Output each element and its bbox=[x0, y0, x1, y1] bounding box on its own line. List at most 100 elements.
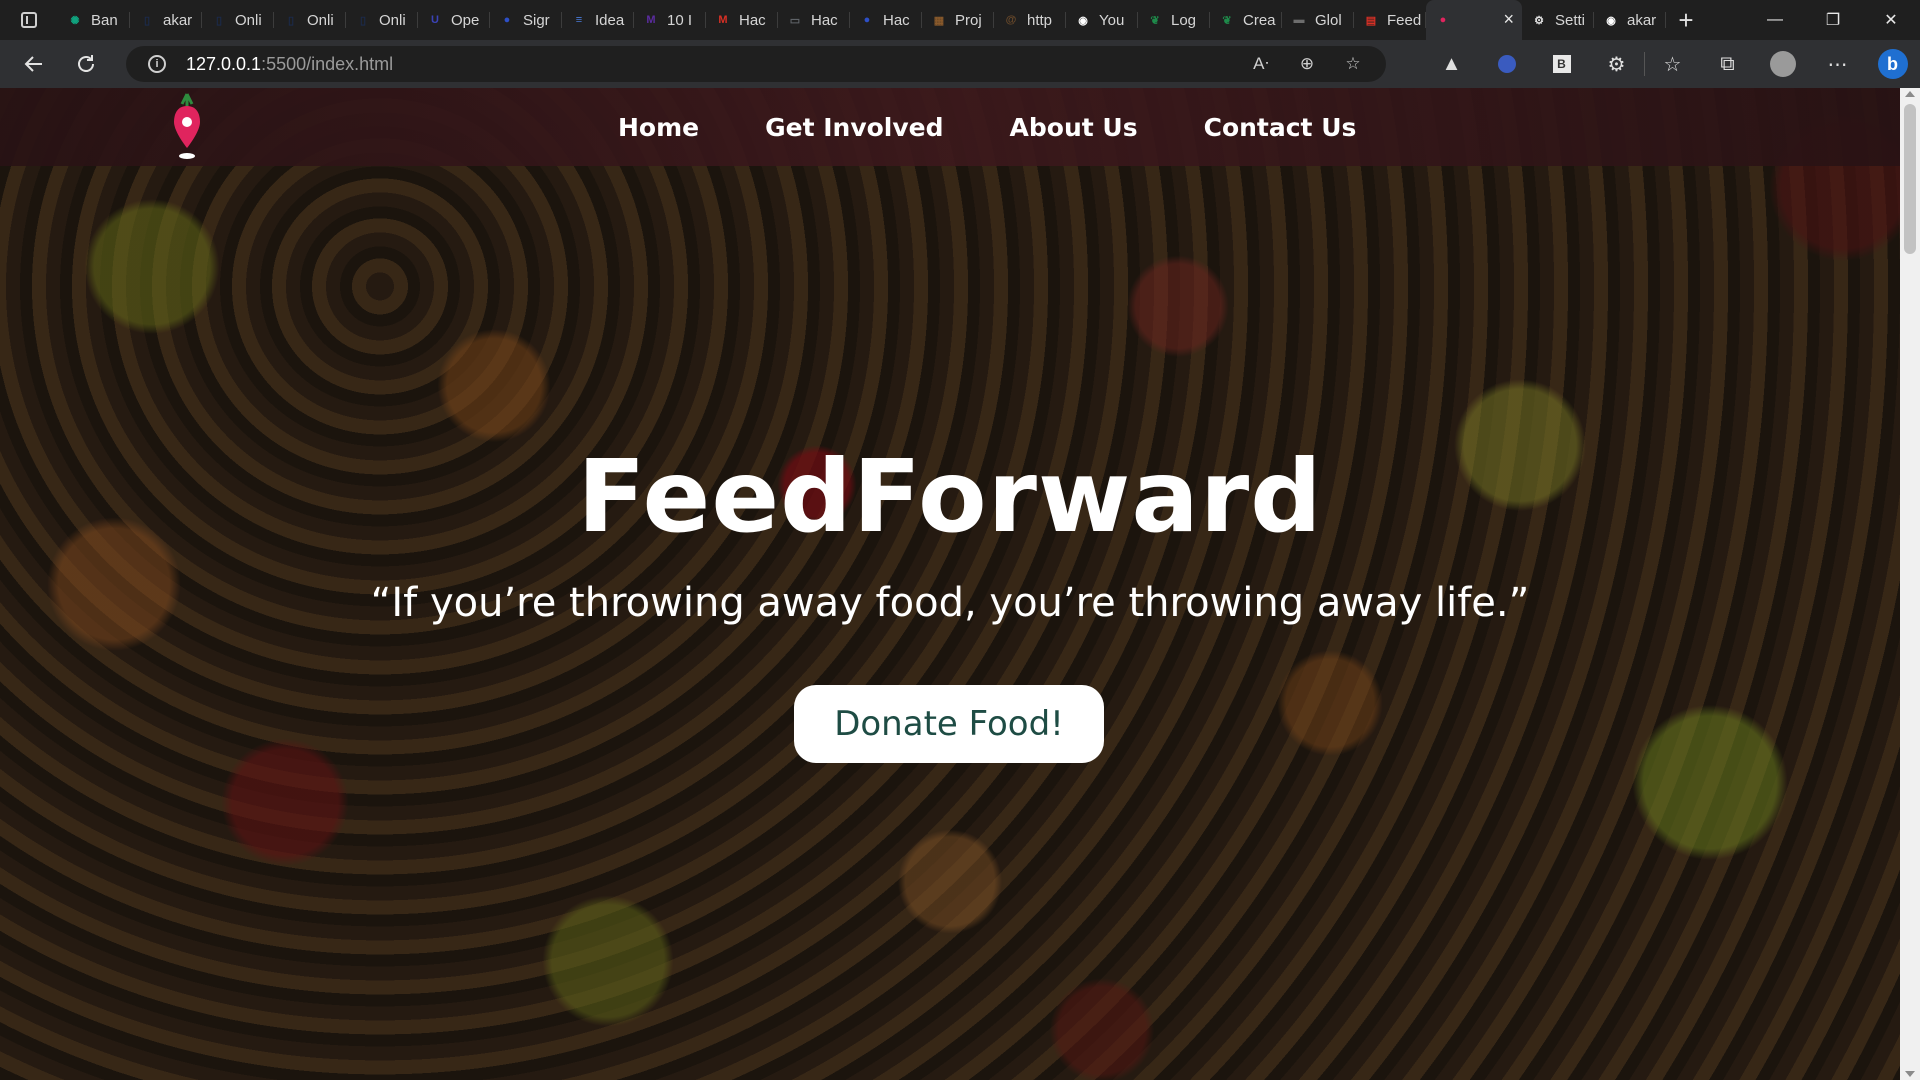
site-navbar: Home Get Involved About Us Contact Us bbox=[0, 88, 1900, 166]
tab-active[interactable]: ● × bbox=[1426, 0, 1522, 40]
extension-b-icon[interactable]: B bbox=[1534, 40, 1589, 88]
tab-label: Setti bbox=[1555, 11, 1586, 29]
nav-links: Home Get Involved About Us Contact Us bbox=[618, 88, 1422, 166]
scroll-up-arrow-icon[interactable] bbox=[1905, 91, 1915, 97]
page-scrollbar[interactable] bbox=[1900, 88, 1920, 1080]
site-info-icon[interactable]: i bbox=[148, 55, 166, 73]
donate-food-button[interactable]: Donate Food! bbox=[794, 685, 1104, 763]
page-icon: ▯ bbox=[143, 14, 151, 27]
tab-label: 10 I bbox=[667, 11, 693, 29]
map-pin-icon: ● bbox=[1439, 14, 1447, 26]
extension-triangle-icon[interactable]: ▲ bbox=[1424, 40, 1479, 88]
tab[interactable]: ⚙ Setti bbox=[1522, 0, 1594, 40]
map-pin-logo-icon[interactable] bbox=[172, 92, 202, 164]
tab-label: Onli bbox=[307, 11, 334, 29]
tab[interactable]: ▬ Glol bbox=[1282, 0, 1354, 40]
tab[interactable]: ≡ Idea bbox=[562, 0, 634, 40]
url-text[interactable]: 127.0.0.1:5500/index.html bbox=[186, 54, 393, 75]
collections-icon[interactable]: ⧉ bbox=[1700, 40, 1755, 88]
window-controls: — ❐ ✕ bbox=[1746, 0, 1920, 40]
close-tab-icon[interactable]: × bbox=[1503, 10, 1514, 28]
refresh-icon bbox=[78, 55, 94, 72]
tab[interactable]: ▯ Onli bbox=[346, 0, 418, 40]
tab-label: Onli bbox=[235, 11, 262, 29]
tab-actions-icon bbox=[21, 12, 37, 28]
minimize-button[interactable]: — bbox=[1746, 0, 1804, 40]
tab-label: Hac bbox=[883, 11, 910, 29]
extensions-puzzle-icon[interactable]: ⚙ bbox=[1589, 40, 1644, 88]
add-favorite-icon[interactable]: ☆ bbox=[1330, 54, 1376, 74]
tab-label: Glol bbox=[1315, 11, 1342, 29]
address-bar[interactable]: i 127.0.0.1:5500/index.html Aᐧ ⊕ ☆ bbox=[126, 46, 1386, 82]
tab-label: Crea bbox=[1243, 11, 1276, 29]
ui-icon: U bbox=[431, 14, 439, 26]
nav-home[interactable]: Home bbox=[618, 113, 699, 142]
tab[interactable]: U Ope bbox=[418, 0, 490, 40]
tab-label: Ope bbox=[451, 11, 480, 29]
bing-copilot-icon[interactable]: b bbox=[1865, 40, 1920, 88]
page-icon: ▯ bbox=[359, 14, 367, 27]
card-icon: ▬ bbox=[1293, 14, 1305, 26]
toolbar-extensions: ▲ B ⚙ ☆ ⧉ ⋯ b bbox=[1424, 40, 1920, 88]
new-tab-button[interactable]: + bbox=[1666, 0, 1706, 40]
tab-label: You bbox=[1099, 11, 1125, 29]
tab-label: Hac bbox=[811, 11, 838, 29]
tab[interactable]: ▯ Onli bbox=[202, 0, 274, 40]
back-arrow-icon bbox=[24, 56, 42, 72]
tab[interactable]: ❦ Log bbox=[1138, 0, 1210, 40]
pdf-icon: ▤ bbox=[1365, 14, 1377, 27]
tab-label: Feed bbox=[1387, 11, 1422, 29]
leaf-icon: ❦ bbox=[1150, 14, 1160, 27]
tab-label: Log bbox=[1171, 11, 1197, 29]
nav-about-us[interactable]: About Us bbox=[1010, 113, 1138, 142]
nav-get-involved[interactable]: Get Involved bbox=[765, 113, 943, 142]
tab[interactable]: ▯ akar bbox=[130, 0, 202, 40]
tab[interactable]: ▦ Proj bbox=[922, 0, 994, 40]
extension-cursor-icon[interactable] bbox=[1479, 40, 1534, 88]
doc-icon: ≡ bbox=[575, 14, 583, 26]
tab[interactable]: ❦ Crea bbox=[1210, 0, 1282, 40]
read-aloud-icon[interactable]: Aᐧ bbox=[1238, 54, 1284, 74]
m-icon: M bbox=[646, 14, 656, 26]
tab-strip: ✺ Ban ▯ akar ▯ Onli ▯ Onli ▯ Onli U Ope ● Sigr ≡ Idea M 1… bbox=[0, 0, 1920, 40]
tab[interactable]: ▭ Hac bbox=[778, 0, 850, 40]
refresh-button[interactable] bbox=[60, 40, 112, 88]
tab[interactable]: ◉ You bbox=[1066, 0, 1138, 40]
close-window-button[interactable]: ✕ bbox=[1862, 0, 1920, 40]
tab-label: Onli bbox=[379, 11, 406, 29]
scroll-thumb[interactable] bbox=[1904, 104, 1916, 254]
restore-button[interactable]: ❐ bbox=[1804, 0, 1862, 40]
favorites-icon[interactable]: ☆ bbox=[1645, 40, 1700, 88]
tab-label: http bbox=[1027, 11, 1053, 29]
tab[interactable]: M Hac bbox=[706, 0, 778, 40]
gear-icon: ⚙ bbox=[1534, 14, 1544, 27]
tab[interactable]: ● Hac bbox=[850, 0, 922, 40]
url-host: 127.0.0.1 bbox=[186, 53, 262, 74]
zoom-icon[interactable]: ⊕ bbox=[1284, 54, 1330, 74]
more-menu-icon[interactable]: ⋯ bbox=[1810, 40, 1865, 88]
github-icon: ◉ bbox=[1606, 14, 1616, 27]
tab[interactable]: M 10 I bbox=[634, 0, 706, 40]
tab-label: Sigr bbox=[523, 11, 550, 29]
tab-actions-button[interactable] bbox=[0, 0, 58, 40]
tab[interactable]: ✺ Ban bbox=[58, 0, 130, 40]
page-icon: ▯ bbox=[215, 14, 223, 27]
swirl-icon: @ bbox=[1005, 14, 1017, 26]
scroll-down-arrow-icon[interactable] bbox=[1905, 1071, 1915, 1077]
tab[interactable]: ◉ akar bbox=[1594, 0, 1666, 40]
tab[interactable]: ▯ Onli bbox=[274, 0, 346, 40]
tab-label: Idea bbox=[595, 11, 625, 29]
browser-toolbar: i 127.0.0.1:5500/index.html Aᐧ ⊕ ☆ ▲ B ⚙… bbox=[0, 40, 1920, 88]
tab[interactable]: @ http bbox=[994, 0, 1066, 40]
blue-blob-icon: ● bbox=[863, 14, 871, 26]
profile-avatar[interactable] bbox=[1755, 40, 1810, 88]
tab[interactable]: ● Sigr bbox=[490, 0, 562, 40]
tab[interactable]: ▤ Feed bbox=[1354, 0, 1426, 40]
blue-blob-icon: ● bbox=[503, 14, 511, 26]
tab-label: akar bbox=[163, 11, 193, 29]
back-button[interactable] bbox=[8, 40, 60, 88]
page-icon: ▯ bbox=[287, 14, 295, 27]
url-path: :5500/index.html bbox=[261, 53, 394, 74]
chatgpt-icon: ✺ bbox=[70, 14, 80, 27]
nav-contact-us[interactable]: Contact Us bbox=[1204, 113, 1357, 142]
